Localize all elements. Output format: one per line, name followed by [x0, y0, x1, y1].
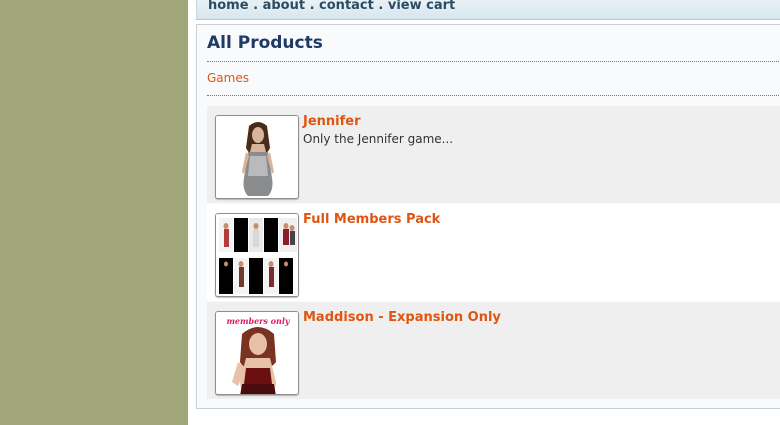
character-portrait-icon: [216, 116, 298, 198]
nav-links: home . about . contact . view cart: [208, 0, 455, 13]
product-row: Full Members Pack: [207, 204, 780, 301]
nav-separator: .: [305, 0, 320, 13]
nav-link-contact[interactable]: contact: [319, 0, 374, 13]
category-link-games[interactable]: Games: [207, 71, 249, 85]
divider: [207, 95, 780, 96]
nav-separator: .: [373, 0, 388, 13]
product-name-link[interactable]: Full Members Pack: [303, 212, 440, 227]
top-nav-bar: home . about . contact . view cart: [196, 0, 780, 20]
product-thumbnail[interactable]: members only: [215, 311, 299, 395]
main-area: home . about . contact . view cart All P…: [188, 0, 780, 425]
products-panel: All Products Games Jennifer Only the Jen…: [196, 24, 780, 409]
product-row: members only Maddison - Expansion Only: [207, 302, 780, 399]
nav-link-view-cart[interactable]: view cart: [388, 0, 455, 13]
divider: [207, 61, 780, 62]
product-name-link[interactable]: Maddison - Expansion Only: [303, 310, 501, 325]
product-row: Jennifer Only the Jennifer game...: [207, 106, 780, 203]
product-thumbnail[interactable]: [215, 213, 299, 297]
nav-link-about[interactable]: about: [263, 0, 305, 13]
nav-link-home[interactable]: home: [208, 0, 249, 13]
left-background-band: [0, 0, 188, 425]
nav-separator: .: [248, 0, 263, 13]
character-collage-icon: [216, 214, 298, 296]
members-only-portrait-icon: members only: [216, 312, 298, 394]
svg-text:members only: members only: [226, 316, 290, 326]
product-description: Only the Jennifer game...: [303, 132, 454, 146]
product-thumbnail[interactable]: [215, 115, 299, 199]
page-title: All Products: [207, 33, 323, 53]
product-name-link[interactable]: Jennifer: [303, 114, 361, 129]
